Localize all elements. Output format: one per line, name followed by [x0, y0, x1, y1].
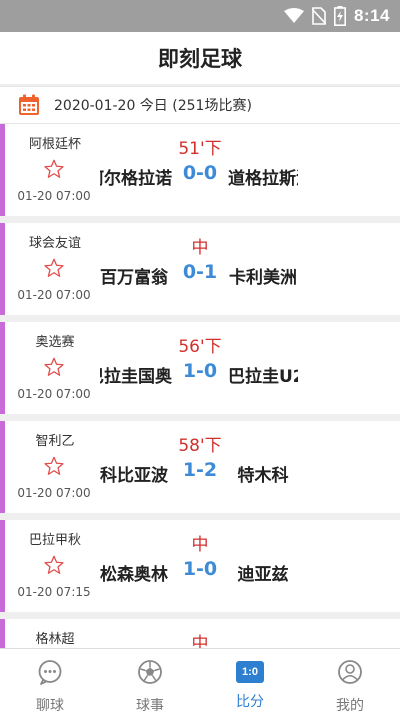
away-team: 道格拉斯港	[228, 169, 298, 189]
league-name: 球会友谊	[28, 236, 81, 251]
status-time: 8:14	[353, 6, 390, 25]
match-status: 56'下	[178, 337, 222, 357]
football-icon	[137, 659, 163, 689]
match-row[interactable]: 巴拉甲秋 01-20 07:15 中松森奥林 1-0 迪亚兹	[0, 520, 400, 612]
tab-football[interactable]: 球事	[100, 649, 200, 711]
league-name: 巴拉甲秋	[28, 533, 81, 548]
match-time: 01-20 07:00	[17, 288, 91, 302]
user-icon	[337, 659, 363, 689]
match-score: 0-1	[182, 261, 218, 283]
match-score: 1-0	[182, 360, 218, 382]
match-row[interactable]: 阿根廷杯 01-20 07:00 51'下阿尔格拉诺 0-0 道格拉斯港	[0, 124, 400, 216]
favorite-star-icon[interactable]	[43, 257, 65, 279]
home-team: 松森奥林	[100, 565, 168, 585]
match-time: 01-20 07:15	[17, 585, 91, 599]
match-time: 01-20 07:00	[17, 387, 91, 401]
match-row[interactable]: 奥选赛 01-20 07:00 56'下巴拉圭国奥 1-0 巴拉圭U23	[0, 322, 400, 414]
match-score: 1-2	[182, 459, 218, 481]
status-bar: 8:14	[0, 0, 400, 32]
tab-label: 比分	[236, 694, 264, 710]
match-score: 1-0	[182, 558, 218, 580]
match-status: 58'下	[178, 436, 222, 456]
home-team: 百万富翁	[100, 268, 168, 288]
match-row[interactable]: 球会友谊 01-20 07:00 中百万富翁 0-1 卡利美洲	[0, 223, 400, 315]
away-team: 卡利美洲	[229, 268, 297, 288]
favorite-star-icon[interactable]	[43, 356, 65, 378]
battery-charging-icon	[333, 6, 346, 26]
away-team: 迪亚兹	[237, 565, 289, 585]
bottom-tab-bar: 聊球 球事 1:0 比分 我的	[0, 648, 400, 711]
match-status: 中	[191, 535, 209, 555]
match-status: 51'下	[178, 139, 222, 159]
date-selector[interactable]: 2020-01-20 今日 (251场比赛)	[0, 86, 400, 124]
app-header: 即刻足球	[0, 32, 400, 84]
match-time: 01-20 07:00	[17, 486, 91, 500]
match-row[interactable]: 智利乙 01-20 07:00 58'下 科比亚波 1-2 特木科	[0, 421, 400, 513]
tab-user[interactable]: 我的	[300, 649, 400, 711]
score-icon: 1:0	[236, 661, 264, 683]
favorite-star-icon[interactable]	[43, 455, 65, 477]
match-status: 中	[191, 634, 209, 648]
match-row[interactable]: 格林超 中	[0, 619, 400, 648]
match-time: 01-20 07:00	[17, 189, 91, 203]
home-team: 科比亚波	[100, 466, 168, 486]
tab-label: 球事	[136, 698, 164, 711]
date-label: 2020-01-20 今日 (251场比赛)	[54, 98, 252, 114]
league-name: 阿根廷杯	[28, 137, 81, 152]
tab-score[interactable]: 1:0 比分	[200, 649, 300, 711]
tab-chat[interactable]: 聊球	[0, 649, 100, 711]
favorite-star-icon[interactable]	[43, 158, 65, 180]
chat-icon	[37, 659, 63, 689]
match-status: 中	[191, 238, 209, 258]
tab-label: 我的	[336, 698, 364, 711]
wifi-icon	[283, 8, 304, 23]
page-title: 即刻足球	[158, 47, 242, 71]
tab-label: 聊球	[36, 698, 64, 711]
favorite-star-icon[interactable]	[43, 554, 65, 576]
calendar-icon[interactable]	[18, 94, 40, 116]
match-list[interactable]: 阿根廷杯 01-20 07:00 51'下阿尔格拉诺 0-0 道格拉斯港球会友谊 01-2…	[0, 124, 400, 648]
no-sim-icon	[311, 7, 326, 25]
league-name: 奥选赛	[35, 335, 75, 350]
away-team: 特木科	[237, 466, 289, 486]
home-team: 阿尔格拉诺	[100, 169, 172, 189]
league-name: 格林超	[35, 632, 75, 647]
league-name: 智利乙	[35, 434, 75, 449]
match-score: 0-0	[182, 162, 218, 184]
home-team: 巴拉圭国奥	[100, 367, 172, 387]
away-team: 巴拉圭U23	[228, 367, 298, 387]
